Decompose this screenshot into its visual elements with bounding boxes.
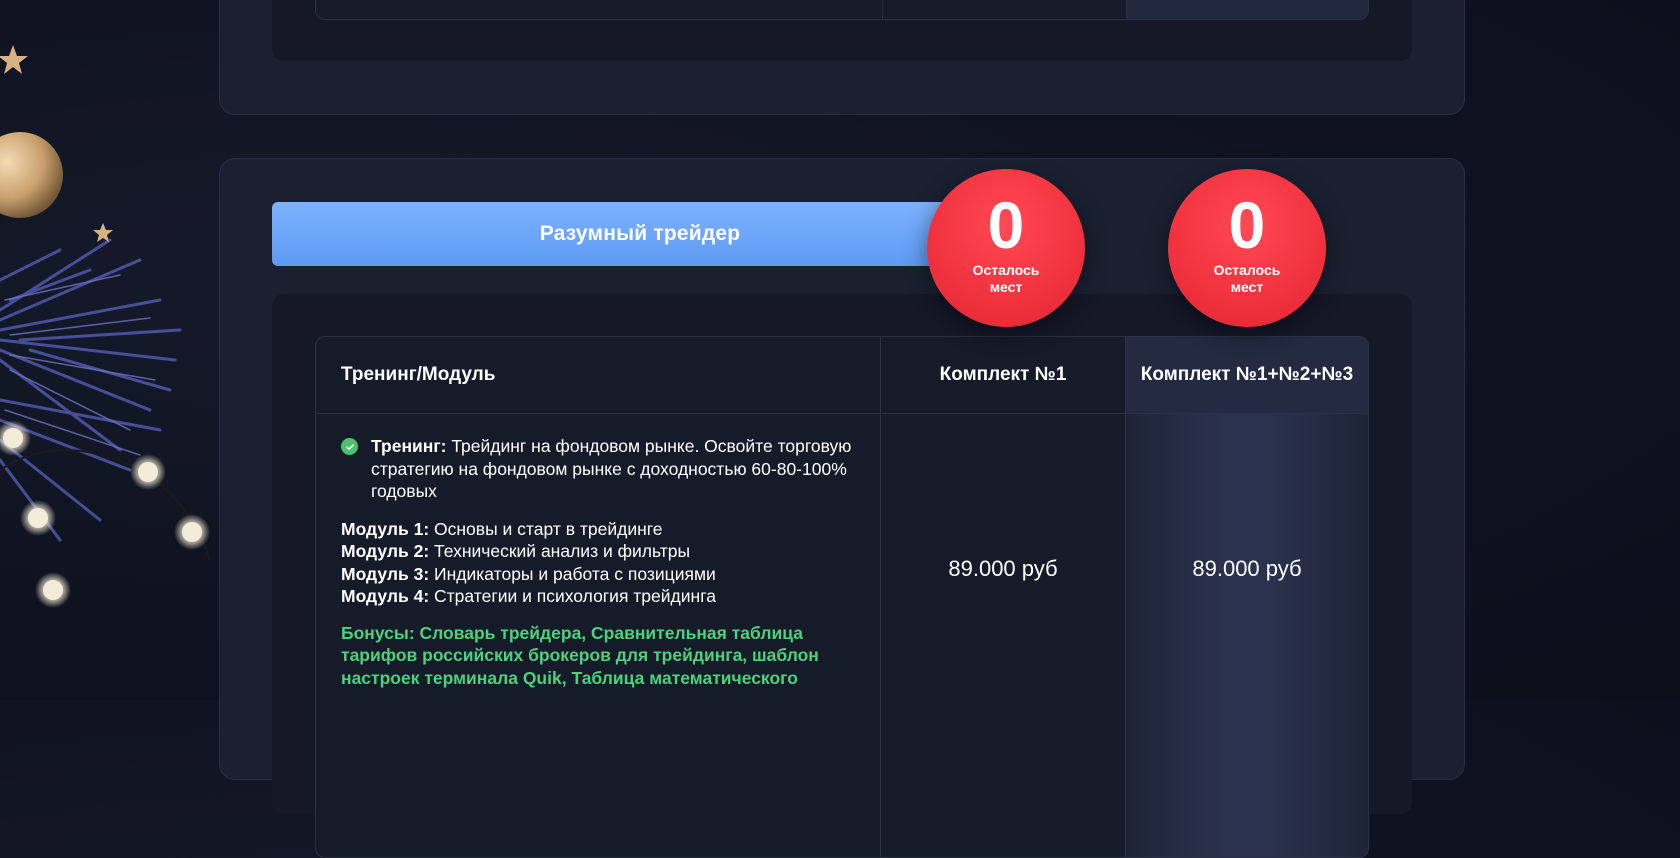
seats-left-count: 0 [987, 188, 1025, 262]
module-item: Модуль 3: Индикаторы и работа с позициям… [341, 563, 716, 584]
module-item: Модуль 2: Технический анализ и фильтры [341, 541, 691, 561]
highlight-column [1126, 0, 1368, 19]
pricing-table: Тренинг/Модуль Комплект №1 Комплект №1+№… [315, 336, 1369, 858]
plan-title: Разумный трейдер [539, 222, 741, 245]
previous-plan-card [219, 0, 1465, 115]
training-label: Тренинг: [371, 436, 447, 456]
column-header-kit-all: Комплект №1+№2+№3 [1140, 364, 1354, 385]
training-description: Тренинг: Трейдинг на фондовом рынке. Осв… [341, 435, 861, 689]
column-header-training: Тренинг/Модуль [341, 364, 496, 385]
price-kit-all: 89.000 руб [1192, 556, 1302, 581]
column-divider [882, 0, 883, 19]
seats-left-count: 0 [1228, 188, 1266, 262]
previous-plan-table [315, 0, 1369, 20]
header-divider [316, 413, 1368, 414]
module-item: Модуль 1: Основы и старт в трейдинге [341, 518, 663, 539]
column-header-kit-1: Комплект №1 [939, 364, 1067, 385]
string-light-icon [0, 420, 210, 608]
seats-left-badge-1: 0 Осталось мест [927, 169, 1085, 327]
plan-inner: Тренинг/Модуль Комплект №1 Комплект №1+№… [272, 294, 1412, 858]
pine-branch-icon [0, 238, 182, 542]
column-divider [880, 337, 881, 857]
holiday-decoration [0, 45, 211, 608]
seats-left-label: Осталось мест [1213, 262, 1281, 295]
plan-title-bar[interactable]: Разумный трейдер [272, 202, 1008, 266]
star-icon [0, 45, 113, 242]
ornament-ball-icon [0, 132, 63, 218]
modules-list: Модуль 1: Основы и старт в трейдинге Мод… [341, 518, 861, 608]
seats-left-badge-2: 0 Осталось мест [1168, 169, 1326, 327]
module-item: Модуль 4: Стратегии и психология трейдин… [341, 586, 716, 606]
highlight-column [1125, 337, 1368, 857]
plan-card: Разумный трейдер 0 Осталось мест 0 Остал… [219, 158, 1465, 858]
bonus-text: Бонусы: Словарь трейдера, Сравнительная … [341, 622, 819, 688]
previous-plan-inner [272, 0, 1412, 61]
seats-left-label: Осталось мест [972, 262, 1040, 295]
training-item: Тренинг: Трейдинг на фондовом рынке. Осв… [341, 435, 861, 503]
price-kit-1: 89.000 руб [948, 556, 1058, 581]
check-circle-icon [341, 438, 358, 455]
